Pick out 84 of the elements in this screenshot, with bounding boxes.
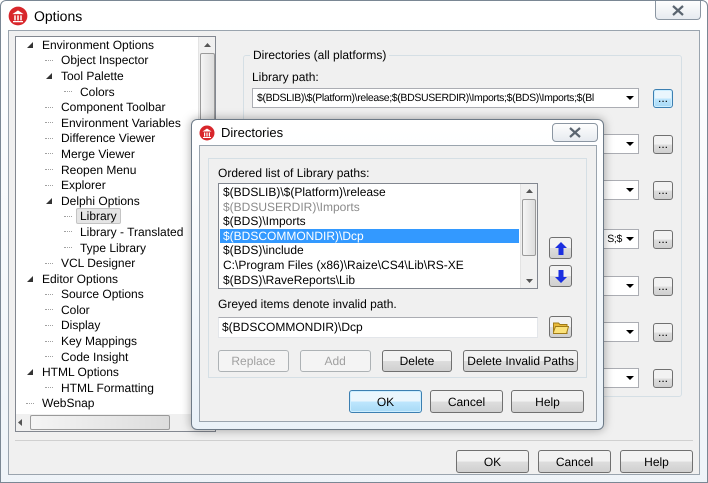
dialog-button[interactable]: OK (349, 390, 422, 413)
close-icon (672, 4, 684, 16)
dropdown-arrow-icon (626, 142, 634, 146)
browse-button[interactable]: ... (653, 230, 673, 248)
down-arrow-icon (554, 270, 566, 282)
tree-item[interactable]: Source Options (57, 286, 148, 302)
expanded-triangle-icon[interactable] (26, 274, 34, 283)
field-label: Library path: (252, 70, 320, 84)
tree-item[interactable]: WebSnap (38, 395, 98, 412)
tree-item[interactable]: Library - Translated (76, 224, 188, 240)
folder-icon (552, 320, 568, 334)
close-button[interactable] (552, 123, 598, 142)
dropdown-arrow-icon (626, 376, 634, 380)
dropdown-arrow-icon (626, 188, 634, 192)
tree-item[interactable]: Editor Options (38, 270, 122, 287)
tree-item[interactable]: Type Library (76, 240, 150, 256)
move-up-button[interactable] (549, 237, 572, 259)
path-input[interactable]: $(BDSCOMMONDIR)\Dcp (218, 316, 538, 338)
group-title: Directories (all platforms) (250, 48, 390, 62)
browse-button[interactable]: ... (653, 368, 673, 388)
tree-item[interactable]: Library (76, 208, 121, 224)
window-title: Options (34, 8, 82, 24)
scroll-up-icon (526, 189, 532, 193)
action-button[interactable]: Delete (382, 350, 452, 372)
path-item[interactable]: $(BDSLIB)\$(Platform)\release (220, 185, 519, 200)
app-icon (8, 6, 28, 26)
horizontal-scrollbar[interactable] (16, 414, 198, 431)
browse-button[interactable]: ... (653, 180, 673, 200)
tree-item[interactable]: HTML Formatting (57, 380, 158, 396)
tree-item[interactable]: Component Toolbar (57, 99, 170, 116)
tree-item[interactable]: Colors (76, 84, 119, 100)
dropdown-arrow-icon (626, 330, 634, 334)
dialog-button[interactable]: Cancel (538, 450, 611, 473)
scroll-up-icon (204, 43, 210, 47)
dialog-button[interactable]: Cancel (430, 390, 503, 413)
up-arrow-icon (554, 242, 566, 254)
scroll-thumb[interactable] (30, 415, 170, 430)
dropdown-arrow-icon (626, 237, 634, 241)
tree-item[interactable]: Difference Viewer (57, 130, 160, 146)
scroll-thumb[interactable] (522, 199, 536, 256)
tree-item[interactable]: Code Insight (57, 348, 132, 365)
expanded-triangle-icon[interactable] (45, 72, 53, 80)
tree-item[interactable]: Reopen Menu (57, 162, 140, 178)
close-icon (569, 127, 581, 138)
browse-folder-button[interactable] (549, 316, 572, 338)
tree-item[interactable]: Display (57, 317, 104, 334)
expanded-triangle-icon[interactable] (26, 368, 34, 376)
dialog-button[interactable]: Help (620, 450, 693, 473)
dialog-title: Directories (221, 125, 284, 140)
move-down-button[interactable] (549, 265, 572, 287)
vertical-scrollbar[interactable] (520, 184, 537, 288)
tree-item[interactable]: Tool Palette (57, 68, 128, 84)
dropdown-arrow-icon (626, 96, 634, 100)
scroll-left-icon (18, 419, 22, 426)
path-item[interactable]: $(BDS)\include (220, 243, 519, 258)
tree-item[interactable]: Object Inspector (57, 52, 152, 68)
dialog-button[interactable]: OK (456, 450, 529, 473)
expanded-triangle-icon[interactable] (26, 40, 34, 49)
browse-button[interactable]: ... (653, 134, 673, 154)
app-icon (199, 124, 215, 140)
library-path-combo[interactable]: $(BDSLIB)\$(Platform)\release;$(BDSUSERDIR)\Imports;$(BDS)\Imports;$(Bl (252, 88, 639, 108)
action-button[interactable]: Delete Invalid Paths (463, 350, 578, 372)
tree-item[interactable]: Merge Viewer (57, 146, 139, 162)
list-label: Ordered list of Library paths: (218, 166, 370, 180)
expanded-triangle-icon[interactable] (45, 196, 53, 205)
scroll-down-icon (526, 279, 532, 283)
path-item[interactable]: $(BDS)\RaveReports\Lib (220, 272, 519, 288)
browse-button[interactable]: ... (653, 322, 673, 342)
browse-button[interactable]: ... (653, 276, 673, 296)
tree-item[interactable]: Delphi Options (57, 192, 144, 209)
tree-item[interactable]: VCL Designer (57, 255, 140, 272)
tree-item[interactable]: HTML Options (38, 364, 123, 380)
close-button[interactable] (655, 1, 701, 20)
tree-item[interactable]: Color (57, 302, 94, 318)
tree-item[interactable]: Environment Variables (57, 114, 185, 131)
tree-item[interactable]: Explorer (57, 177, 110, 194)
hint-text: Greyed items denote invalid path. (218, 297, 398, 311)
dropdown-arrow-icon (626, 284, 634, 288)
dialog-button[interactable]: Help (511, 390, 584, 413)
path-item[interactable]: C:\Program Files (x86)\Raize\CS4\Lib\RS-XE (220, 258, 519, 273)
tree-item[interactable]: Environment Options (38, 37, 158, 53)
path-item[interactable]: $(BDS)\Imports (220, 214, 519, 229)
tree-item[interactable]: Key Mappings (57, 333, 142, 350)
browse-button[interactable]: ... (653, 88, 673, 108)
